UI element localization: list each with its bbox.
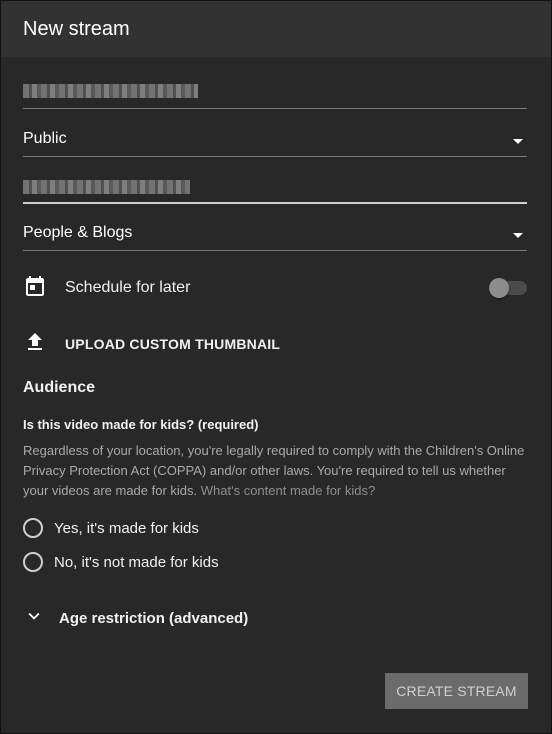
calendar-icon [23,274,47,303]
kids-question: Is this video made for kids? (required) [23,417,259,432]
dropdown-arrow-icon [513,139,523,144]
radio-circle [23,552,43,572]
visibility-value: Public [23,130,67,147]
upload-icon [23,330,47,359]
new-stream-dialog: New stream Public People & Blogs Schedul… [0,0,552,734]
radio-label: Yes, it's made for kids [54,519,199,537]
dialog-title: New stream [23,17,130,40]
create-stream-button[interactable]: CREATE STREAM [385,673,528,709]
chevron-down-icon [23,605,45,632]
schedule-toggle[interactable] [489,278,527,298]
visibility-select[interactable]: Public [23,112,527,157]
dropdown-arrow-icon [513,233,523,238]
description-field[interactable] [23,158,527,204]
title-field[interactable] [23,64,527,109]
schedule-label: Schedule for later [65,279,191,296]
radio-circle [23,518,43,538]
radio-made-for-kids[interactable]: Yes, it's made for kids [23,518,199,538]
dialog-header: New stream [1,1,551,57]
schedule-row: Schedule for later [23,274,527,303]
age-restriction-label: Age restriction (advanced) [59,610,249,627]
category-select[interactable]: People & Blogs [23,206,527,251]
audience-title: Audience [23,379,96,396]
category-value: People & Blogs [23,224,133,241]
redacted-description [23,180,190,194]
upload-thumbnail-button[interactable]: UPLOAD CUSTOM THUMBNAIL [23,332,527,356]
radio-label: No, it's not made for kids [54,553,219,571]
coppa-description: Regardless of your location, you're lega… [23,441,533,501]
toggle-knob [489,278,509,298]
made-for-kids-link[interactable]: What's content made for kids? [201,483,375,498]
age-restriction-toggle[interactable]: Age restriction (advanced) [23,605,248,632]
redacted-title [23,84,198,98]
radio-not-made-for-kids[interactable]: No, it's not made for kids [23,552,219,572]
upload-thumbnail-label: UPLOAD CUSTOM THUMBNAIL [65,336,281,352]
